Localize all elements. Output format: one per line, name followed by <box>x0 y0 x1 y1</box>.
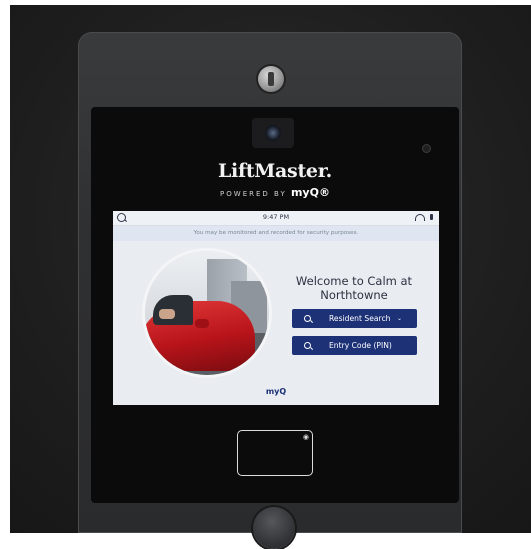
search-icon[interactable] <box>117 213 126 222</box>
photo-car-mirror <box>195 319 209 328</box>
status-indicator-icon <box>430 214 433 220</box>
search-icon <box>304 342 311 349</box>
chevron-down-icon: ⌄ <box>397 315 403 322</box>
recording-notice: You may be monitored and recorded for se… <box>113 226 439 241</box>
card-reader[interactable]: ◉ <box>237 430 313 476</box>
camera-lens <box>265 125 281 141</box>
property-photo <box>145 251 269 375</box>
light-sensor <box>423 145 430 152</box>
search-icon <box>304 315 311 322</box>
camera-icon <box>252 118 294 148</box>
photo-driver-arm <box>159 309 175 319</box>
brand-logo: LiftMaster. <box>217 160 332 182</box>
welcome-line-2: Northtowne <box>320 288 388 302</box>
wifi-icon <box>415 214 425 221</box>
powered-by-line: POWERED BY myQ® <box>200 186 350 199</box>
myq-logo: myQ® <box>290 186 330 199</box>
resident-search-label: Resident Search <box>329 314 391 323</box>
resident-search-button[interactable]: Resident Search ⌄ <box>292 309 417 328</box>
powered-by-text: POWERED BY <box>220 190 287 198</box>
welcome-heading: Welcome to Calm at Northtowne <box>289 274 419 302</box>
welcome-line-1: Welcome to Calm at <box>295 274 413 288</box>
screen-myq-logo: myQ <box>265 387 287 396</box>
call-button[interactable] <box>253 507 295 549</box>
status-bar: 9:47 PM <box>113 211 439 226</box>
entry-code-button[interactable]: Entry Code (PIN) <box>292 336 417 355</box>
touch-screen: 9:47 PM You may be monitored and recorde… <box>113 211 439 405</box>
status-time: 9:47 PM <box>262 213 290 221</box>
key-lock-icon <box>258 66 284 92</box>
entry-code-label: Entry Code (PIN) <box>329 341 392 350</box>
nfc-icon: ◉ <box>302 433 309 441</box>
